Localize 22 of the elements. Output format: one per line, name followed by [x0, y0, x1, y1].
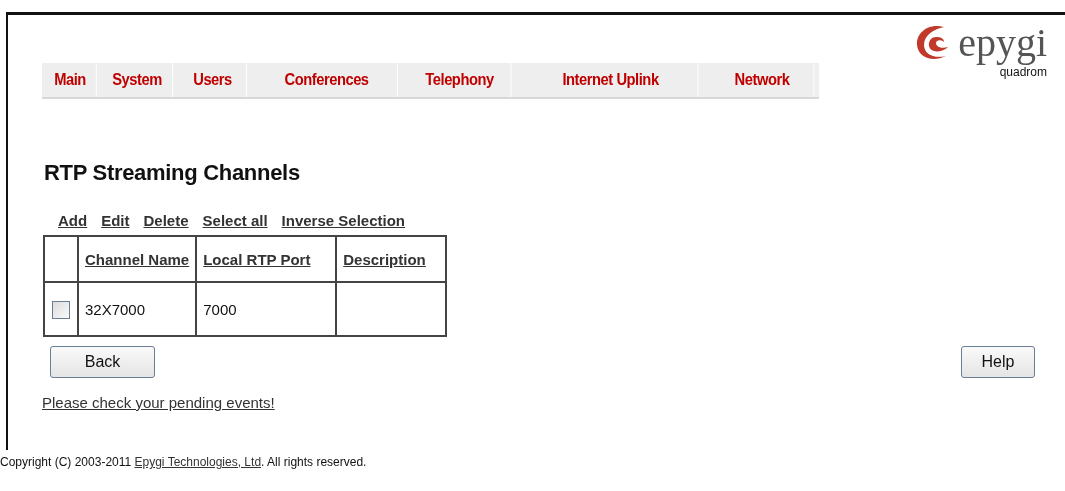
back-button[interactable]: Back	[50, 346, 155, 378]
action-link[interactable]: Select all	[202, 212, 268, 229]
nav-tab[interactable]: Users	[178, 63, 248, 97]
help-button[interactable]: Help	[961, 346, 1035, 378]
pending-events-link[interactable]: Please check your pending events!	[42, 394, 275, 411]
row-checkbox[interactable]	[52, 300, 70, 319]
nav-tab[interactable]: Telephony	[408, 63, 512, 97]
action-link[interactable]: Inverse Selection	[281, 212, 405, 229]
table-cell: 32X7000	[85, 300, 146, 318]
copyright-text: Copyright (C) 2003-2011 Epygi Technologies, Ltd. All rights reserved.	[0, 455, 367, 469]
action-link[interactable]: Add	[58, 212, 88, 229]
nav-tab[interactable]: Network	[710, 63, 815, 97]
nav-tab[interactable]: Conferences	[256, 63, 398, 97]
nav-tab[interactable]: System	[102, 63, 173, 97]
table-cell: 7000	[203, 300, 237, 318]
nav-tab[interactable]: Main	[44, 63, 97, 97]
product-name: quadrom	[999, 65, 1047, 79]
nav-tab[interactable]: Internet Uplink	[523, 63, 699, 97]
page-title: RTP Streaming Channels	[44, 160, 301, 186]
action-link[interactable]: Delete	[143, 212, 189, 229]
action-link[interactable]: Edit	[101, 212, 130, 229]
logo-text: epygi	[958, 23, 1047, 63]
